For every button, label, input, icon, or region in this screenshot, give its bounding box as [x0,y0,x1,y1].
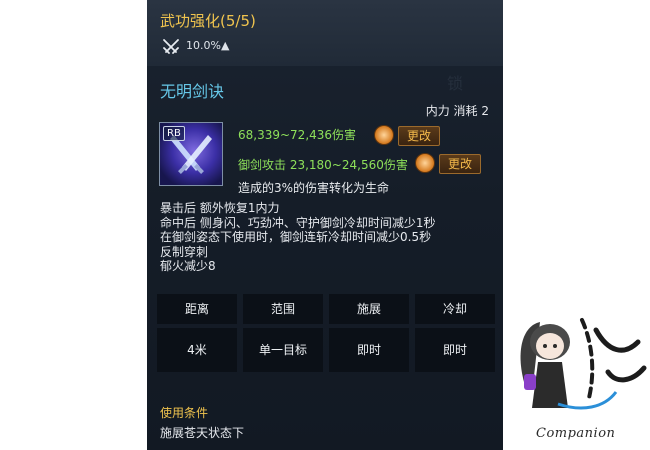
effect-line: 在御剑姿态下使用时，御剑连斩冷却时间减少0.5秒 [160,230,432,244]
orange-fist-icon [374,125,394,145]
effect-line: 郁火减少8 [160,259,216,273]
life-conversion-text: 造成的3%的伤害转化为生命 [238,181,390,195]
crossed-swords-icon [163,39,179,54]
damage-main: 68,339~72,436伤害 [238,128,357,142]
enhance-stat-value: 10.0%▲ [186,39,230,52]
effect-line: 命中后 侧身闪、巧劲冲、守护御剑冷却时间减少1秒 [160,215,436,230]
table-header-cast: 施展 [329,294,409,324]
table-header-area: 范围 [243,294,323,324]
change-button[interactable]: 更改 [439,154,482,174]
effects-list: 暴击后 额外恢复1内力 命中后 侧身闪、巧劲冲、守护御剑冷却时间减少1秒 在御剑… [160,201,490,274]
background-ghost-glyph: 锁 [447,74,464,93]
watermark-caption: Companion [536,426,616,441]
effect-line: 暴击后 额外恢复1内力 [160,201,280,215]
change-button[interactable]: 更改 [398,126,441,146]
table-header-range: 距离 [157,294,237,324]
skill-tooltip: 快 锁 武功强化(5/5) 10.0%▲ 无明剑诀 内力 消耗 2 RB 6 [147,0,503,450]
chibi-mascot-icon [520,318,647,410]
table-value-area: 单一目标 [243,328,323,372]
enhance-header: 武功强化(5/5) 10.0%▲ [147,0,503,66]
table-header-cooldown: 冷却 [415,294,495,324]
key-binding-badge: RB [163,126,185,141]
use-condition-label: 使用条件 [160,406,209,420]
orange-fist-icon [415,153,435,173]
twin-blades-skill-icon: RB [159,122,223,186]
skill-stats-table: 距离 范围 施展 冷却 4米 单一目标 即时 即时 [157,294,495,392]
table-value-cast: 即时 [329,328,409,372]
table-value-cooldown: 即时 [415,328,495,372]
table-value-range: 4米 [157,328,237,372]
effect-line: 反制穿刺 [160,244,209,259]
damage-sword-attack: 御剑攻击 23,180~24,560伤害 [238,158,408,172]
skill-cost: 内力 消耗 2 [425,104,489,118]
use-condition-text: 施展苍天状态下 [160,426,245,440]
skill-name: 无明剑诀 [160,82,225,101]
companion-watermark: Companion [512,312,650,450]
enhance-title: 武功强化(5/5) [160,12,256,30]
